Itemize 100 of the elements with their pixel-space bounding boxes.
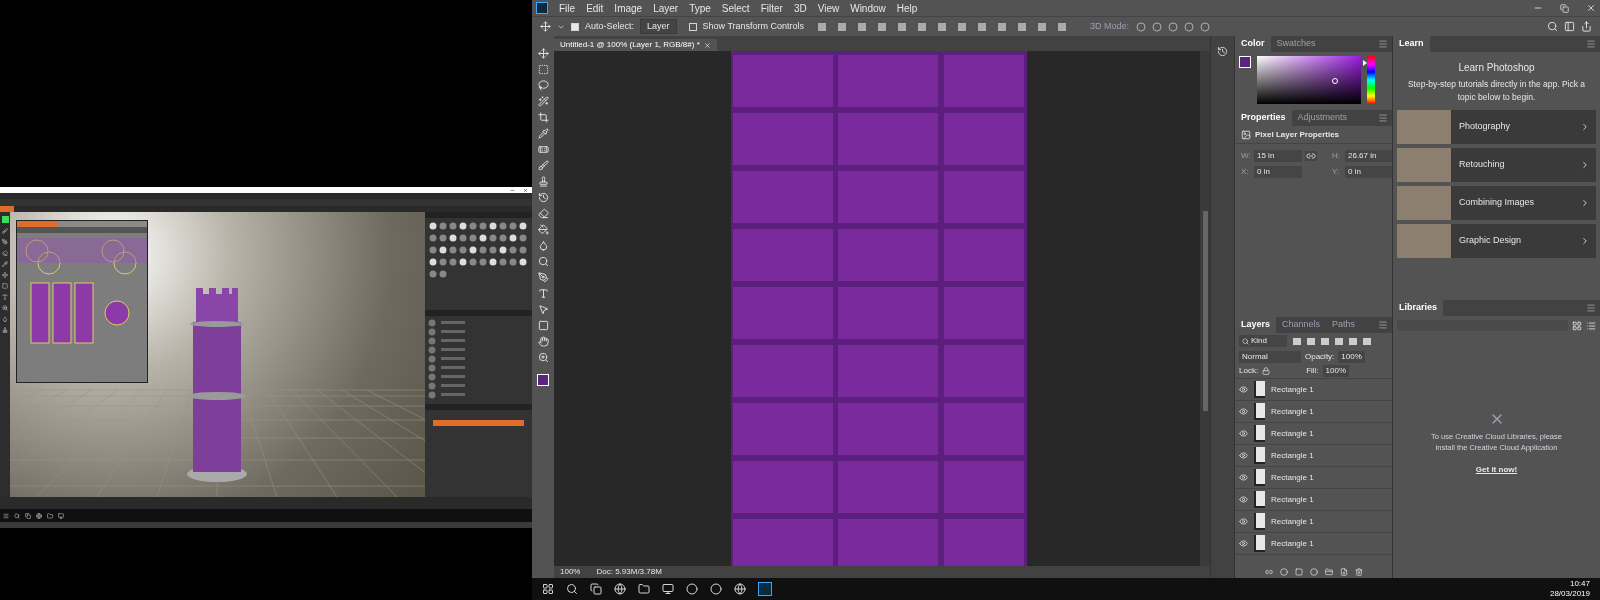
visibility-icon[interactable]	[1239, 385, 1248, 394]
taskbar-app-icon[interactable]	[734, 583, 746, 595]
lock-icon[interactable]	[1262, 367, 1271, 375]
close-icon[interactable]	[1586, 3, 1596, 13]
bandage-icon[interactable]	[537, 144, 549, 155]
taskbar-app-icon[interactable]	[662, 583, 674, 595]
layer-action-icon[interactable]	[1339, 568, 1348, 576]
brush-icon[interactable]	[537, 160, 549, 171]
zoom-icon[interactable]	[537, 352, 549, 363]
get-it-link[interactable]: Get it now!	[1475, 463, 1518, 476]
layer-row[interactable]: Rectangle 1	[1235, 467, 1392, 489]
panel-tab[interactable]: Properties	[1235, 110, 1292, 126]
panel-tab[interactable]: Color	[1235, 36, 1271, 52]
input-field[interactable]: 15 in	[1254, 150, 1302, 162]
rectangle-icon[interactable]	[537, 320, 549, 331]
panel-tab[interactable]: Libraries	[1393, 300, 1444, 316]
tool-icon[interactable]	[2, 294, 8, 300]
panel-tab[interactable]: Paths	[1326, 317, 1362, 333]
tool-icon[interactable]	[2, 261, 8, 267]
restore-icon[interactable]	[1560, 3, 1569, 13]
input-field[interactable]: 100%	[1322, 365, 1350, 377]
search-icon[interactable]	[1547, 21, 1558, 32]
menu-item[interactable]: File	[559, 0, 576, 16]
taskbar-app-icon[interactable]	[566, 583, 578, 595]
pen-icon[interactable]	[537, 272, 549, 283]
layer-action-icon[interactable]	[1324, 568, 1333, 576]
topic-card[interactable]: Graphic Design	[1397, 223, 1596, 258]
pipette-icon[interactable]	[537, 128, 549, 139]
tool-icon[interactable]	[2, 327, 8, 333]
visibility-icon[interactable]	[1239, 495, 1248, 504]
input-field[interactable]: 26.67 in	[1345, 150, 1393, 162]
visibility-icon[interactable]	[1239, 429, 1248, 438]
input-field[interactable]: 100%	[1338, 350, 1365, 363]
taskbar-app-icon[interactable]	[590, 583, 602, 595]
layer-row[interactable]: Rectangle 1	[1235, 533, 1392, 555]
minimize-icon[interactable]	[510, 187, 515, 193]
layer-row[interactable]: Rectangle 1	[1235, 445, 1392, 467]
panel-tab[interactable]: Adjustments	[1291, 110, 1354, 126]
menu-item[interactable]: Select	[721, 0, 750, 16]
marquee-icon[interactable]	[537, 64, 549, 75]
share-icon[interactable]	[1581, 21, 1592, 32]
tool-icon[interactable]	[2, 283, 8, 289]
stamp-icon[interactable]	[537, 176, 549, 187]
menu-item[interactable]: Image	[614, 0, 643, 16]
tool-icon[interactable]	[2, 305, 8, 311]
history-icon[interactable]	[537, 192, 549, 203]
history-icon[interactable]	[1217, 46, 1228, 57]
tool-icon[interactable]	[2, 250, 8, 256]
paint-bucket-icon[interactable]	[537, 224, 549, 235]
topic-card[interactable]: Photography	[1397, 109, 1596, 144]
visibility-icon[interactable]	[1239, 451, 1248, 460]
taskbar-app-icon[interactable]	[686, 583, 698, 595]
taskbar-app-icon[interactable]	[542, 583, 554, 595]
input-field[interactable]: 0 in	[1345, 166, 1393, 178]
menu-item[interactable]: View	[817, 0, 840, 16]
workspace-icon[interactable]	[1564, 21, 1575, 32]
panel-tab[interactable]: Channels	[1276, 317, 1327, 333]
document-tab[interactable]: Untitled-1 @ 100% (Layer 1, RGB/8#) *	[554, 39, 717, 51]
type-icon[interactable]	[537, 288, 549, 299]
droplet-icon[interactable]	[537, 240, 549, 251]
layer-row[interactable]: Rectangle 1	[1235, 423, 1392, 445]
close-icon[interactable]	[523, 187, 528, 193]
visibility-icon[interactable]	[1239, 517, 1248, 526]
layer-action-icon[interactable]	[1264, 568, 1273, 576]
color-field[interactable]	[1257, 56, 1361, 104]
menu-item[interactable]: Window	[850, 0, 886, 16]
panel-tab[interactable]: Learn	[1393, 36, 1430, 52]
input-field[interactable]: 0 in	[1254, 166, 1302, 178]
layer-row[interactable]: Rectangle 1	[1235, 511, 1392, 533]
link-icon[interactable]	[1305, 151, 1317, 161]
menu-item[interactable]: Type	[689, 0, 711, 16]
tool-icon[interactable]	[2, 272, 8, 278]
layer-action-icon[interactable]	[1354, 568, 1363, 576]
close-icon[interactable]	[703, 41, 711, 49]
menu-item[interactable]: Edit	[586, 0, 604, 16]
hand-icon[interactable]	[537, 336, 549, 347]
layer-row[interactable]: Rectangle 1	[1235, 489, 1392, 511]
menu-item[interactable]: Layer	[653, 0, 679, 16]
taskbar-app-icon[interactable]	[36, 512, 42, 519]
list-view-icon[interactable]	[1586, 320, 1596, 331]
color-swatches-icon[interactable]	[537, 374, 549, 386]
checkbox[interactable]	[688, 22, 697, 31]
menu-item[interactable]: 3D	[793, 0, 807, 16]
grid-view-icon[interactable]	[1572, 320, 1582, 331]
tool-icon[interactable]	[2, 239, 8, 245]
topic-card[interactable]: Combining Images	[1397, 185, 1596, 220]
taskbar-app-icon[interactable]	[758, 582, 772, 596]
wand-icon[interactable]	[537, 96, 549, 107]
lasso-icon[interactable]	[537, 80, 549, 91]
tool-icon[interactable]	[2, 228, 8, 234]
taskbar-app-icon[interactable]	[614, 583, 626, 595]
blend-mode-dropdown[interactable]: Normal	[1239, 350, 1301, 363]
foreground-color-icon[interactable]	[1239, 56, 1251, 68]
visibility-icon[interactable]	[1239, 473, 1248, 482]
taskbar-app-icon[interactable]	[710, 583, 722, 595]
eraser-icon[interactable]	[537, 208, 549, 219]
pointer-icon[interactable]	[537, 304, 549, 315]
checkbox[interactable]	[571, 22, 579, 31]
visibility-icon[interactable]	[1239, 539, 1248, 548]
menu-item[interactable]: Help	[896, 0, 918, 16]
